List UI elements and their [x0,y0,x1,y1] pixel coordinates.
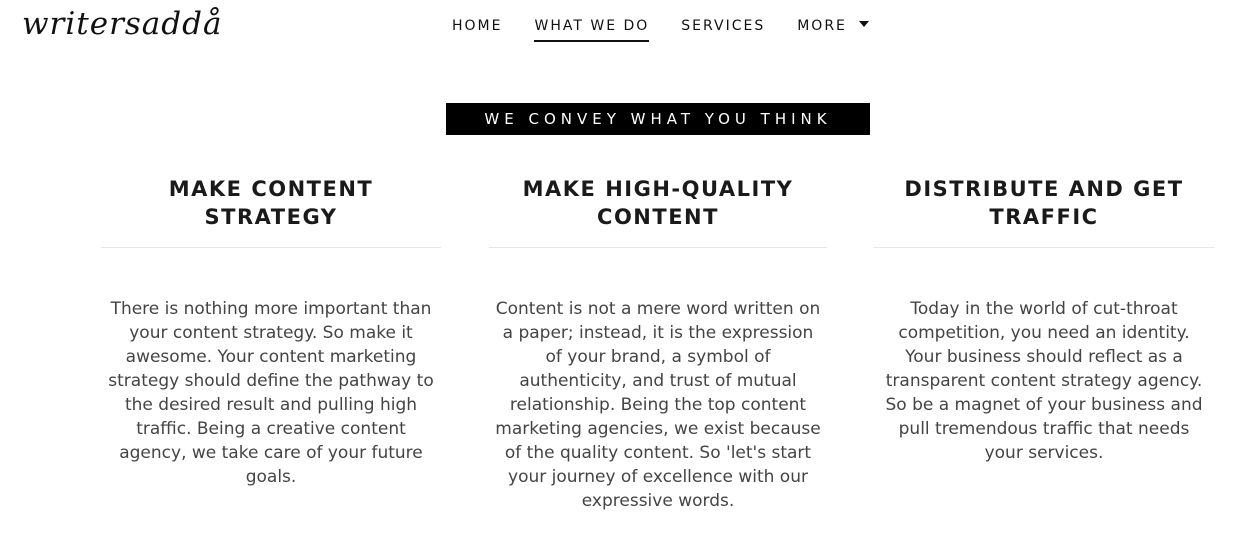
tagline-text: WE CONVEY WHAT YOU THINK [484,110,832,128]
tagline-banner: WE CONVEY WHAT YOU THINK [446,103,870,135]
main-nav: HOME WHAT WE DO SERVICES MORE [452,18,870,42]
caret-down-icon [859,21,870,27]
nav-item-services[interactable]: SERVICES [681,18,765,38]
column-divider [101,247,441,248]
nav-item-label: WHAT WE DO [534,18,650,34]
column-title: MAKE HIGH-QUALITY CONTENT [522,177,794,229]
column-text: There is nothing more important than you… [108,299,434,487]
nav-item-label: MORE [797,18,847,34]
column-title: MAKE CONTENT STRATEGY [168,177,374,229]
site-logo[interactable]: writersaddå [22,6,222,42]
column-title: DISTRIBUTE AND GET TRAFFIC [904,177,1184,229]
top-navigation-bar: writersaddå HOME WHAT WE DO SERVICES MOR… [0,0,1238,60]
column-divider [489,247,827,248]
column-text: Content is not a mere word written on a … [495,299,821,511]
nav-item-label: HOME [452,18,503,34]
feature-column-content-strategy: MAKE CONTENT STRATEGY There is nothing m… [101,175,441,487]
feature-column-high-quality-content: MAKE HIGH-QUALITY CONTENT Content is not… [489,175,827,511]
nav-item-label: SERVICES [681,18,766,34]
column-divider [874,247,1214,248]
column-text: Today in the world of cut-throat competi… [885,299,1203,463]
nav-item-home[interactable]: HOME [452,18,502,38]
nav-item-more[interactable]: MORE [797,18,870,38]
feature-column-distribute-traffic: DISTRIBUTE AND GET TRAFFIC Today in the … [874,175,1214,463]
nav-item-what-we-do[interactable]: WHAT WE DO [534,18,650,42]
